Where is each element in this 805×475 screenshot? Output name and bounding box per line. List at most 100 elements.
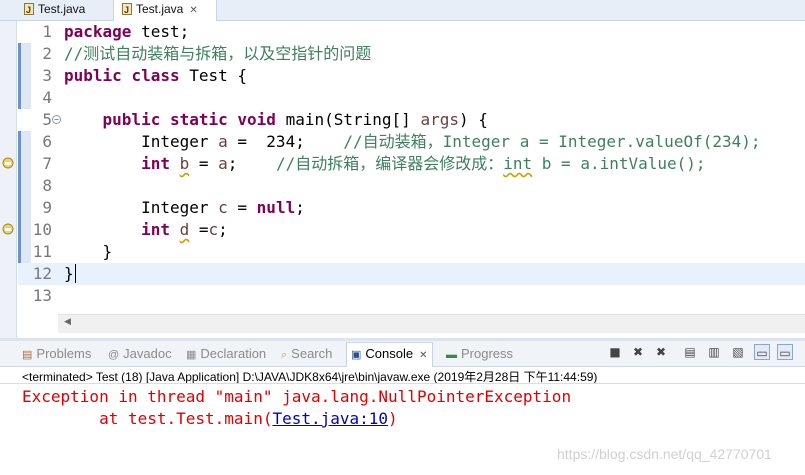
line-number: 12 [32, 264, 52, 283]
code-token: = [189, 220, 209, 239]
line-number: 6 [42, 132, 52, 151]
code-token: Integer [64, 132, 219, 151]
warning-icon[interactable] [2, 223, 14, 235]
editor-tab-label: Test.java [38, 2, 86, 16]
code-editor[interactable]: 1 package test; 2 //测试自动装箱与拆箱，以及空指针的问题 3 publ… [2, 21, 805, 317]
code-token: void [237, 110, 276, 129]
editor-left-ruler [0, 21, 17, 338]
javadoc-icon: @ [108, 349, 120, 361]
code-line[interactable]: 3 public class Test { [18, 65, 805, 87]
code-line[interactable]: 1 package test; [18, 21, 805, 43]
console-divider [0, 383, 805, 384]
tab-javadoc[interactable]: @ Javadoc [108, 345, 172, 363]
code-token: public [64, 66, 122, 85]
tab-label: Problems [36, 346, 92, 361]
code-line[interactable]: 10 int d =c; [2, 219, 805, 241]
code-token: public [102, 110, 161, 129]
line-number: 7 [42, 154, 52, 173]
code-token: d [179, 220, 190, 239]
code-token: Integer [64, 198, 219, 217]
terminate-icon[interactable]: ■ [607, 344, 623, 360]
remove-launch-icon[interactable]: ✖ [630, 344, 646, 360]
stack-trace-link[interactable]: Test.java:10 [272, 409, 388, 428]
remove-all-terminated-icon[interactable]: ✖ [653, 344, 669, 360]
line-number: 10 [32, 220, 52, 239]
code-token: main(String[] [275, 110, 421, 129]
code-token: null [256, 198, 296, 217]
code-token: ; [295, 198, 305, 217]
code-text: //测试自动装箱与拆箱，以及空指针的问题 [64, 43, 371, 65]
java-file-icon [24, 1, 34, 20]
line-number: 1 [42, 22, 52, 41]
console-icon: ▣ [351, 349, 362, 361]
console-output: Exception in thread "main" java.lang.Nul… [22, 386, 571, 430]
code-line[interactable]: 2 //测试自动装箱与拆箱，以及空指针的问题 [18, 43, 805, 65]
code-token: c [218, 198, 228, 217]
watermark: https://blog.csdn.net/qq_42770701 [557, 446, 772, 462]
code-line[interactable]: 13 [18, 285, 805, 307]
code-line[interactable]: 12 }​ [18, 263, 805, 285]
show-on-stdout-icon[interactable]: ▭ [754, 344, 770, 360]
clear-console-icon[interactable]: ▤ [682, 344, 698, 360]
tab-problems[interactable]: ▤ Problems [22, 345, 91, 363]
line-number: 13 [32, 286, 52, 305]
code-token: class [131, 66, 180, 85]
line-number: 11 [32, 242, 52, 261]
line-number: 3 [42, 66, 52, 85]
code-line[interactable]: 11 } [18, 241, 805, 263]
tab-label: Search [291, 346, 333, 361]
code-token: = 234; [227, 132, 344, 151]
search-icon: ⌕ [281, 349, 288, 361]
code-text: public static void main(String[] args) { [64, 109, 488, 131]
console-line: Exception in thread "main" java.lang.Nul… [22, 387, 572, 406]
code-token: a [218, 132, 228, 151]
code-text: Integer c = null; [64, 197, 305, 219]
code-token: } [64, 242, 113, 261]
code-line[interactable]: 9 Integer c = null; [18, 197, 805, 219]
tab-console[interactable]: ▣ Console ✕ [346, 342, 433, 367]
scroll-left-arrow-icon[interactable]: ◀ [64, 317, 71, 327]
code-text: } [64, 241, 113, 263]
code-line[interactable]: 6 Integer a = 234; //自动装箱，Integer a = In… [18, 131, 805, 153]
tab-search[interactable]: ⌕ Search [281, 345, 332, 363]
close-icon[interactable]: ✕ [419, 350, 427, 361]
editor-tab-test-java-active[interactable]: Test.java ✕ [113, 0, 217, 21]
line-number: 2 [42, 44, 52, 63]
close-icon[interactable]: ✕ [189, 5, 197, 16]
line-number: 8 [42, 176, 52, 195]
editor-tab-label: Test.java [136, 2, 184, 16]
code-text: }​ [64, 263, 76, 285]
tab-label: Console [365, 346, 414, 361]
line-number: 4 [42, 88, 52, 107]
code-token: static [169, 110, 228, 129]
word-wrap-icon[interactable]: ▧ [730, 344, 746, 360]
code-line[interactable]: 8 [18, 175, 805, 197]
editor-tab-test-java[interactable]: Test.java [0, 0, 112, 20]
code-token: //测试自动装箱与拆箱，以及空指针的问题 [64, 44, 372, 63]
scroll-lock-icon[interactable]: ▥ [706, 344, 722, 360]
horizontal-scrollbar[interactable] [58, 314, 805, 333]
code-line[interactable]: 7 int b = a; //自动拆箱，编译器会修改成：int b = a.in… [2, 153, 805, 175]
warning-icon[interactable] [2, 157, 14, 169]
tab-declaration[interactable]: ▦ Declaration [186, 345, 266, 363]
code-token: int [141, 154, 170, 173]
console-line: at test.Test.main(Test.java:10) [22, 408, 571, 430]
fold-toggle-icon[interactable]: − [52, 115, 61, 124]
code-line[interactable]: 5− public static void main(String[] args… [18, 109, 805, 131]
problems-icon: ▤ [22, 349, 33, 361]
code-token: b = a.intValue(); [532, 154, 706, 173]
code-line[interactable]: 4 [18, 87, 805, 109]
tab-progress[interactable]: ▬ Progress [446, 345, 513, 363]
code-token: ; [227, 154, 276, 173]
code-token: int [141, 220, 170, 239]
show-on-stderr-icon[interactable]: ▭ [777, 344, 793, 360]
code-text: Integer a = 234; //自动装箱，Integer a = Inte… [64, 131, 760, 153]
code-text: int d =c; [64, 219, 228, 241]
code-token: = [227, 198, 257, 217]
